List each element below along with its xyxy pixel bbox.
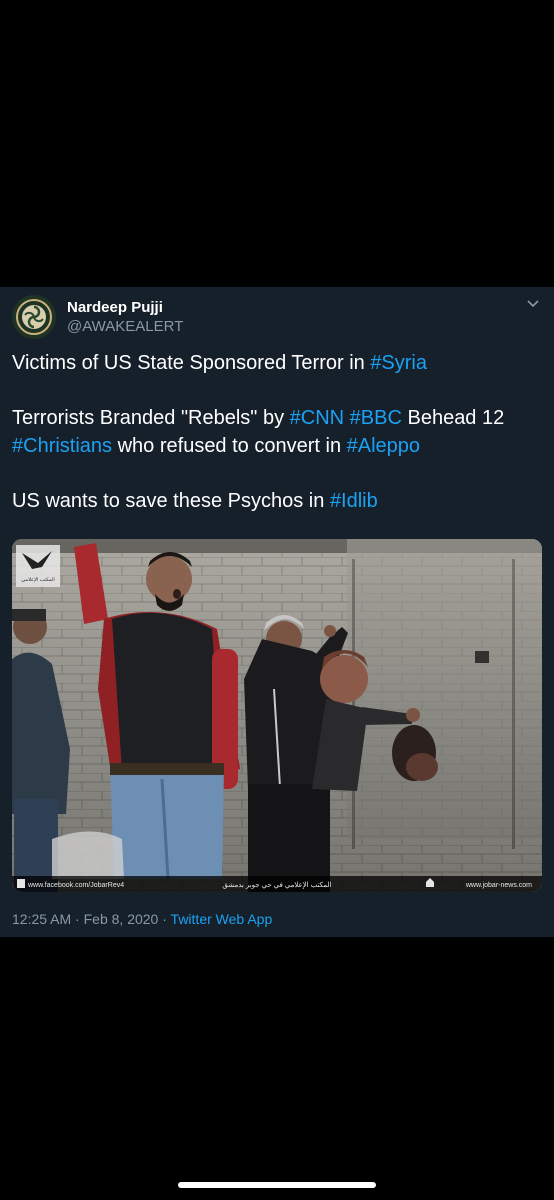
- tweet-date[interactable]: Feb 8, 2020: [84, 911, 159, 927]
- avatar[interactable]: [12, 295, 56, 339]
- hashtag-syria[interactable]: #Syria: [370, 352, 427, 374]
- hashtag-idlib[interactable]: #Idlib: [330, 490, 378, 512]
- tweet-text-segment: who refused to convert in: [112, 435, 347, 457]
- tweet-media-photo[interactable]: المكتب الإعلامي www.facebook.com/JobarRe…: [12, 539, 542, 892]
- tweet-text: Victims of US State Sponsored Terror in …: [12, 349, 542, 542]
- tweet-source-app[interactable]: Twitter Web App: [171, 911, 273, 927]
- watermark-right: www.jobar-news.com: [465, 882, 532, 889]
- avatar-logo-icon: [12, 295, 56, 339]
- hashtag-cnn[interactable]: #CNN: [290, 407, 344, 429]
- watermark-center: المكتب الإعلامي في حي جوبر بدمشق: [222, 881, 331, 889]
- photo-logo-text: المكتب الإعلامي: [21, 577, 54, 583]
- tweet-text-segment: Behead 12: [401, 407, 505, 429]
- hashtag-bbc[interactable]: #BBC: [350, 407, 402, 429]
- chevron-down-icon[interactable]: [526, 299, 540, 309]
- hashtag-christians[interactable]: #Christians: [12, 435, 112, 457]
- tweet-text-segment: US wants to save these Psychos in: [12, 490, 330, 512]
- tweet-paragraph-1: Victims of US State Sponsored Terror in …: [12, 349, 542, 377]
- meta-separator: ·: [158, 911, 171, 927]
- tweet-meta: 12:25 AM · Feb 8, 2020 · Twitter Web App: [12, 911, 272, 927]
- tweet-text-segment: Terrorists Branded "Rebels" by: [12, 407, 290, 429]
- watermark-left: www.facebook.com/JobarRev4: [27, 882, 124, 889]
- meta-separator: ·: [71, 911, 84, 927]
- tweet-paragraph-2: Terrorists Branded "Rebels" by #CNN #BBC…: [12, 404, 542, 460]
- tweet-text-segment: Victims of US State Sponsored Terror in: [12, 352, 371, 374]
- author-name[interactable]: Nardeep Pujji: [67, 299, 163, 316]
- author-handle[interactable]: @AWAKEALERT: [67, 318, 183, 335]
- tweet-card[interactable]: Nardeep Pujji @AWAKEALERT Victims of US …: [0, 287, 554, 937]
- home-indicator[interactable]: [178, 1182, 376, 1188]
- tweet-paragraph-3: US wants to save these Psychos in #Idlib: [12, 487, 542, 515]
- facebook-icon: [17, 879, 25, 888]
- tweet-time[interactable]: 12:25 AM: [12, 911, 71, 927]
- hashtag-aleppo[interactable]: #Aleppo: [347, 435, 420, 457]
- photo-scene: المكتب الإعلامي www.facebook.com/JobarRe…: [12, 539, 542, 892]
